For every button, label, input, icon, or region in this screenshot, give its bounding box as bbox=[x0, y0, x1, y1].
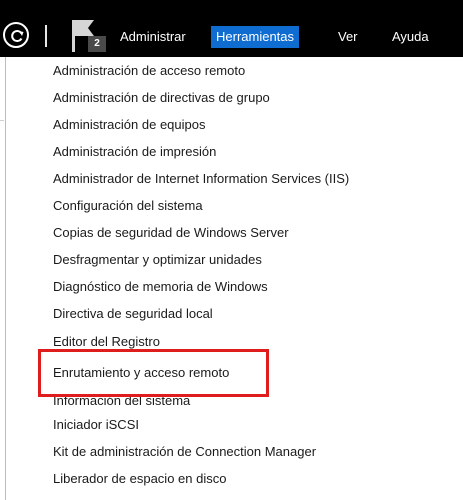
tools-menu-item[interactable]: Administración de impresión bbox=[53, 140, 453, 164]
tools-menu-item[interactable]: Desfragmentar y optimizar unidades bbox=[53, 248, 453, 272]
menu-bar: 2 Administrar Herramientas Ver Ayuda bbox=[0, 0, 463, 57]
tools-menu-item[interactable]: Administración de directivas de grupo bbox=[53, 86, 453, 110]
tools-menu-item[interactable]: Editor del Registro bbox=[53, 330, 453, 354]
tools-dropdown-menu: Administración de acceso remoto Administ… bbox=[5, 57, 463, 500]
tools-menu-item[interactable]: Iniciador iSCSI bbox=[53, 413, 453, 437]
menu-ayuda[interactable]: Ayuda bbox=[387, 26, 434, 48]
menu-herramientas[interactable]: Herramientas bbox=[211, 26, 300, 48]
menu-ver[interactable]: Ver bbox=[333, 26, 363, 48]
tools-menu-item[interactable]: Diagnóstico de memoria de Windows bbox=[53, 275, 453, 299]
tools-menu-item[interactable]: Administración de equipos bbox=[53, 113, 453, 137]
tools-menu-item-enrutamiento[interactable]: Enrutamiento y acceso remoto bbox=[53, 361, 453, 385]
toolbar-separator bbox=[45, 25, 47, 47]
tools-menu-item[interactable]: Información del sistema bbox=[53, 389, 453, 413]
tools-menu-item[interactable]: Administrador de Internet Information Se… bbox=[53, 167, 453, 191]
notification-count-badge: 2 bbox=[88, 36, 106, 52]
tools-menu-item[interactable]: Configuración del sistema bbox=[53, 194, 453, 218]
tools-menu-item[interactable]: Kit de administración de Connection Mana… bbox=[53, 440, 453, 464]
refresh-icon[interactable] bbox=[3, 22, 29, 48]
tools-menu-item[interactable]: Administración de acceso remoto bbox=[53, 59, 453, 83]
notifications-flag-icon[interactable]: 2 bbox=[70, 16, 110, 54]
background-divider bbox=[0, 120, 4, 121]
tools-menu-item[interactable]: Copias de seguridad de Windows Server bbox=[53, 221, 453, 245]
tools-menu-item[interactable]: Directiva de seguridad local bbox=[53, 302, 453, 326]
menu-administrar[interactable]: Administrar bbox=[115, 26, 191, 48]
tools-menu-item[interactable]: Liberador de espacio en disco bbox=[53, 467, 453, 491]
